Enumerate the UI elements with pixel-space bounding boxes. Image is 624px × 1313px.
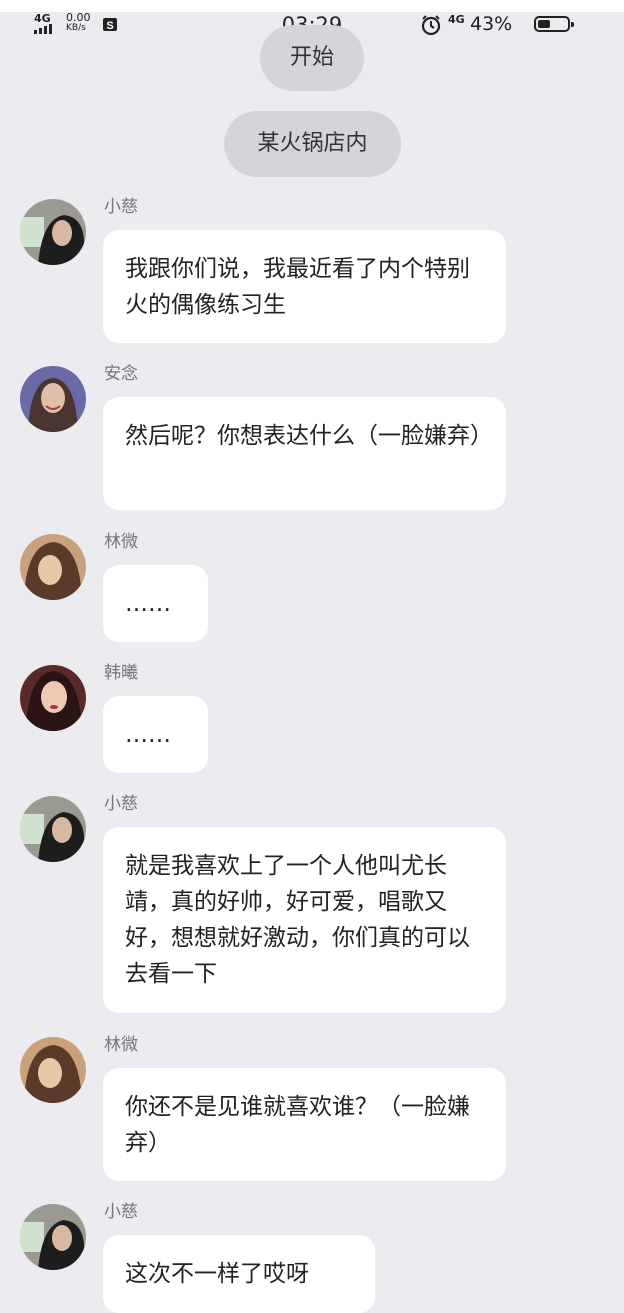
message-bubble[interactable]: ……	[103, 565, 208, 642]
sender-name: 韩曦	[104, 663, 138, 683]
sender-name: 林微	[104, 532, 138, 552]
avatar-annian[interactable]	[20, 366, 86, 432]
avatar-xiaoci[interactable]	[20, 199, 86, 265]
message-bubble[interactable]: 这次不一样了哎呀	[103, 1235, 375, 1313]
sender-name: 林微	[104, 1035, 138, 1055]
message-bubble[interactable]: 我跟你们说，我最近看了内个特别火的偶像练习生	[103, 230, 506, 343]
battery-level-fill	[538, 20, 550, 28]
sender-name: 小慈	[104, 197, 138, 217]
message-bubble[interactable]: ……	[103, 696, 208, 773]
avatar-xiaoci[interactable]	[20, 1204, 86, 1270]
scene-marker-start: 开始	[260, 25, 364, 91]
sender-name: 小慈	[104, 794, 138, 814]
avatar-linwei[interactable]	[20, 534, 86, 600]
scene-marker-location: 某火锅店内	[224, 111, 401, 177]
message-bubble[interactable]: 你还不是见谁就喜欢谁？（一脸嫌弃）	[103, 1068, 506, 1181]
message-bubble[interactable]: 然后呢？你想表达什么（一脸嫌弃）	[103, 397, 506, 510]
alarm-icon	[421, 15, 441, 36]
sender-name: 小慈	[104, 1202, 138, 1222]
battery-icon	[534, 16, 574, 32]
battery-percent: 43%	[470, 13, 513, 35]
status-right: 4G 43%	[420, 10, 590, 40]
avatar-linwei[interactable]	[20, 1037, 86, 1103]
avatar-hanxi[interactable]	[20, 665, 86, 731]
network-type-right: 4G	[448, 13, 465, 26]
message-bubble[interactable]: 就是我喜欢上了一个人他叫尤长靖，真的好帅，好可爱，唱歌又好，想想就好激动，你们真…	[103, 827, 506, 1013]
avatar-xiaoci[interactable]	[20, 796, 86, 862]
sender-name: 安念	[104, 364, 138, 384]
